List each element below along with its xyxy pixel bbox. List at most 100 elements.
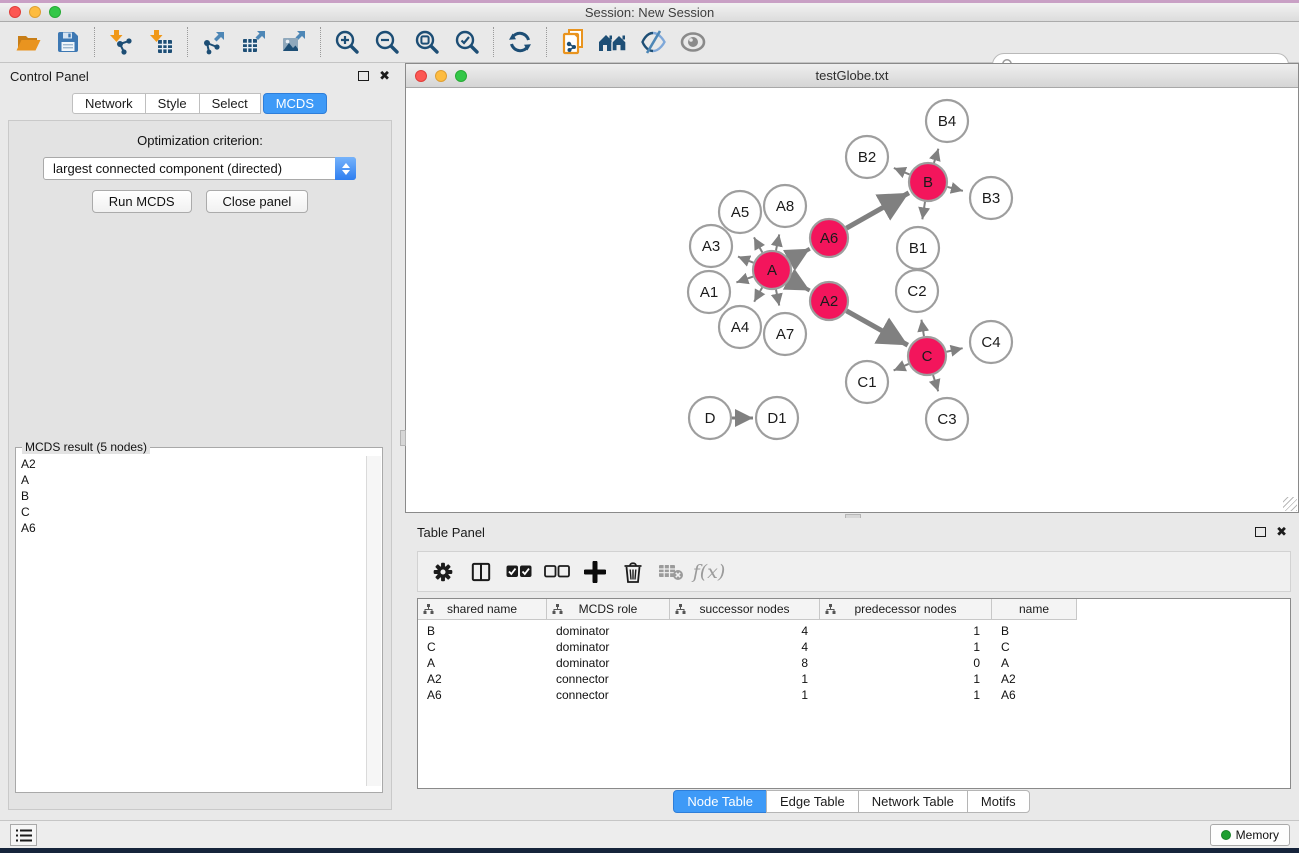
graph-edge-C-C3[interactable]: [933, 375, 938, 391]
graph-node-A4[interactable]: A4: [719, 306, 761, 348]
tab-node-table[interactable]: Node Table: [673, 790, 767, 813]
table-row[interactable]: A2connector11A2: [418, 671, 1290, 687]
graph-node-B2[interactable]: B2: [846, 136, 888, 178]
table-cell[interactable]: 1: [670, 671, 820, 687]
table-cell[interactable]: B: [418, 623, 547, 639]
table-cell[interactable]: connector: [547, 687, 670, 703]
table-cell[interactable]: A6: [992, 687, 1077, 703]
table-cell[interactable]: A6: [418, 687, 547, 703]
graph-edge-A-A7[interactable]: [776, 290, 779, 306]
table-cell[interactable]: 1: [820, 687, 992, 703]
window-resize-grip[interactable]: [1283, 497, 1297, 511]
mcds-result-item[interactable]: A: [17, 472, 367, 488]
create-column-button[interactable]: [578, 555, 612, 589]
zoom-in-button[interactable]: [327, 24, 367, 60]
graph-edge-C-C4[interactable]: [947, 348, 963, 352]
graph-edge-A-A3[interactable]: [738, 257, 753, 263]
graph-edge-A-A6[interactable]: [789, 249, 809, 260]
table-cell[interactable]: A2: [992, 671, 1077, 687]
table-cell[interactable]: A2: [418, 671, 547, 687]
table-cell[interactable]: dominator: [547, 655, 670, 671]
table-row[interactable]: Adominator80A: [418, 655, 1290, 671]
graph-edge-A-A8[interactable]: [776, 234, 779, 250]
graph-edge-A2-C[interactable]: [846, 311, 907, 345]
select-all-columns-button[interactable]: [502, 555, 536, 589]
zoom-fit-button[interactable]: [407, 24, 447, 60]
graph-node-A7[interactable]: A7: [764, 313, 806, 355]
unselect-all-columns-button[interactable]: [540, 555, 574, 589]
graph-node-A6[interactable]: A6: [810, 219, 848, 257]
graph-node-C[interactable]: C: [908, 337, 946, 375]
mcds-result-item[interactable]: C: [17, 504, 367, 520]
zoom-out-button[interactable]: [367, 24, 407, 60]
column-header-mcds-role[interactable]: MCDS role: [547, 599, 670, 620]
graph-node-B4[interactable]: B4: [926, 100, 968, 142]
export-image-button[interactable]: [274, 24, 314, 60]
tab-select[interactable]: Select: [199, 93, 261, 114]
table-cell[interactable]: 1: [820, 639, 992, 655]
mcds-result-item[interactable]: A6: [17, 520, 367, 536]
tab-edge-table[interactable]: Edge Table: [766, 790, 859, 813]
table-cell[interactable]: A: [992, 655, 1077, 671]
open-file-button[interactable]: [8, 24, 48, 60]
memory-button[interactable]: Memory: [1210, 824, 1290, 846]
graph-edge-A-A1[interactable]: [736, 277, 753, 283]
column-header-successor-nodes[interactable]: successor nodes: [670, 599, 820, 620]
save-session-button[interactable]: [48, 24, 88, 60]
tab-motifs[interactable]: Motifs: [967, 790, 1030, 813]
graph-edge-C-C2[interactable]: [921, 320, 924, 337]
first-neighbors-button[interactable]: [593, 24, 633, 60]
table-cell[interactable]: 1: [820, 671, 992, 687]
graph-edge-A-A5[interactable]: [754, 237, 762, 252]
export-network-button[interactable]: [194, 24, 234, 60]
table-cell[interactable]: connector: [547, 671, 670, 687]
graph-node-D[interactable]: D: [689, 397, 731, 439]
table-row[interactable]: A6connector11A6: [418, 687, 1290, 703]
table-cell[interactable]: 0: [820, 655, 992, 671]
show-column-panel-button[interactable]: [464, 555, 498, 589]
network-graph[interactable]: B4B2BB3A5A8A6A3B1AA1C2A2A4A7C4CC1DD1C3: [406, 88, 1298, 512]
table-row[interactable]: Cdominator41C: [418, 639, 1290, 655]
float-table-panel-icon[interactable]: [1255, 527, 1266, 537]
graph-node-A8[interactable]: A8: [764, 185, 806, 227]
mcds-result-item[interactable]: A2: [17, 456, 367, 472]
show-task-history-button[interactable]: [10, 824, 37, 846]
graph-node-A5[interactable]: A5: [719, 191, 761, 233]
table-cell[interactable]: B: [992, 623, 1077, 639]
close-panel-icon[interactable]: ✖: [379, 71, 390, 81]
tab-style[interactable]: Style: [145, 93, 200, 114]
import-network-button[interactable]: [101, 24, 141, 60]
table-cell[interactable]: 4: [670, 639, 820, 655]
network-from-selection-button[interactable]: [553, 24, 593, 60]
close-table-panel-icon[interactable]: ✖: [1276, 527, 1287, 537]
graph-node-A1[interactable]: A1: [688, 271, 730, 313]
function-builder-button[interactable]: f(x): [692, 555, 726, 589]
run-mcds-button[interactable]: Run MCDS: [92, 190, 192, 213]
table-cell[interactable]: 1: [820, 623, 992, 639]
table-cell[interactable]: dominator: [547, 639, 670, 655]
graph-node-B[interactable]: B: [909, 163, 947, 201]
result-scrollbar[interactable]: [366, 456, 381, 786]
table-cell[interactable]: C: [992, 639, 1077, 655]
splitter-grip-vertical[interactable]: [400, 430, 406, 446]
graph-node-A[interactable]: A: [753, 251, 791, 289]
table-cell[interactable]: A: [418, 655, 547, 671]
table-row[interactable]: Bdominator41B: [418, 623, 1290, 639]
graph-edge-B-B3[interactable]: [947, 187, 963, 191]
refresh-button[interactable]: [500, 24, 540, 60]
delete-column-button[interactable]: [616, 555, 650, 589]
graph-edge-C-C1[interactable]: [894, 364, 909, 371]
graph-node-C1[interactable]: C1: [846, 361, 888, 403]
table-cell[interactable]: dominator: [547, 623, 670, 639]
graph-edge-B-B4[interactable]: [934, 149, 938, 163]
graph-edge-A6-B[interactable]: [846, 193, 908, 228]
graph-edge-B-B1[interactable]: [922, 202, 925, 220]
tab-mcds[interactable]: MCDS: [263, 93, 327, 114]
graph-node-D1[interactable]: D1: [756, 397, 798, 439]
column-header-shared-name[interactable]: shared name: [418, 599, 547, 620]
network-canvas[interactable]: B4B2BB3A5A8A6A3B1AA1C2A2A4A7C4CC1DD1C3: [406, 88, 1298, 512]
column-header-name[interactable]: name: [992, 599, 1077, 620]
close-panel-button[interactable]: Close panel: [206, 190, 309, 213]
table-cell[interactable]: 1: [670, 687, 820, 703]
table-cell[interactable]: 8: [670, 655, 820, 671]
